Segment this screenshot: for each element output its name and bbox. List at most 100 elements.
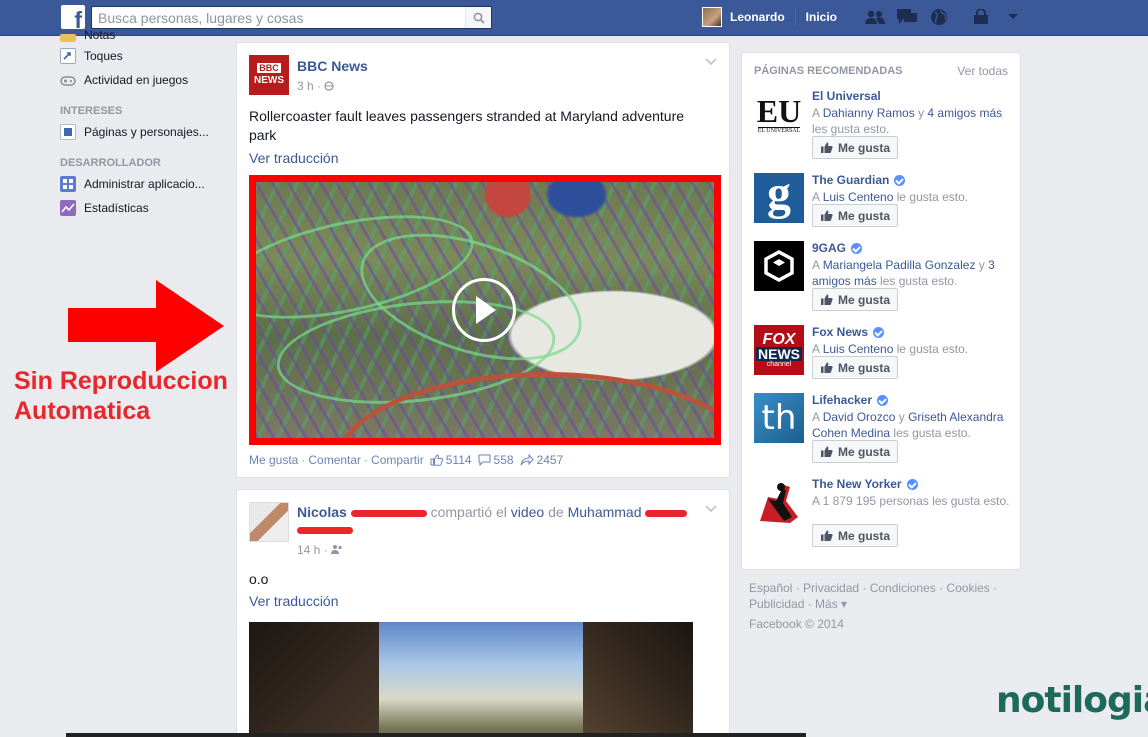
like-page-button[interactable]: Me gusta bbox=[812, 356, 898, 379]
sidebar-item-label: Notas bbox=[84, 30, 116, 42]
thumbs-up-icon bbox=[821, 294, 833, 305]
video-thumbnail-strip bbox=[66, 733, 806, 737]
annotation-line-2: Automatica bbox=[14, 397, 151, 425]
search-button[interactable] bbox=[465, 7, 491, 28]
recommended-pages-title: PÁGINAS RECOMENDADAS bbox=[754, 65, 903, 77]
video-player[interactable] bbox=[249, 175, 721, 445]
home-link[interactable]: Inicio bbox=[806, 10, 837, 24]
thumbs-up-icon bbox=[821, 362, 833, 373]
verified-badge-icon bbox=[873, 326, 885, 338]
see-all-link[interactable]: Ver todas bbox=[957, 64, 1008, 78]
logo-text: g bbox=[767, 173, 791, 220]
sidebar-item-toques[interactable]: Toques bbox=[60, 44, 230, 68]
section-heading-intereses: INTERESES bbox=[60, 105, 123, 117]
like-page-button[interactable]: Me gusta bbox=[812, 136, 898, 159]
recommended-pages-box: PÁGINAS RECOMENDADAS Ver todas EU EL UNI… bbox=[741, 52, 1021, 570]
thumbs-up-icon bbox=[430, 454, 443, 466]
feed-post-shared-video: Nicolas compartió el video de Muhammad 1… bbox=[236, 489, 730, 737]
avatar[interactable] bbox=[702, 7, 722, 27]
suffix-text: A 1 879 195 personas les gusta esto. bbox=[812, 494, 1010, 508]
sidebar-item-estadisticas[interactable]: Estadísticas bbox=[60, 196, 230, 220]
like-page-button[interactable]: Me gusta bbox=[812, 524, 898, 547]
verified-badge-icon bbox=[894, 174, 906, 186]
post-options-chevron-down-icon[interactable] bbox=[705, 57, 717, 67]
sidebar-item-label: Estadísticas bbox=[84, 201, 149, 215]
page-name-text: 9GAG bbox=[812, 241, 847, 255]
notification-icons bbox=[862, 7, 1026, 27]
suffix-text: les gusta esto. bbox=[893, 426, 971, 440]
el-universal-logo[interactable]: EU EL UNIVERSAL bbox=[754, 89, 804, 139]
like-page-button[interactable]: Me gusta bbox=[812, 440, 898, 463]
comment-link[interactable]: Comentar bbox=[308, 453, 361, 467]
the-guardian-logo[interactable]: g bbox=[754, 173, 804, 223]
shared-from-link[interactable]: Muhammad bbox=[568, 504, 642, 520]
copyright-text: Facebook © 2014 bbox=[749, 617, 844, 631]
post-author-link[interactable]: BBC News bbox=[297, 58, 368, 74]
privacy-shortcuts-icon[interactable] bbox=[968, 7, 994, 27]
sidebar-item-notas[interactable]: Notas bbox=[60, 30, 230, 42]
page-name-link[interactable]: Fox News bbox=[812, 325, 885, 339]
search-box bbox=[91, 6, 492, 29]
notifications-globe-icon[interactable] bbox=[926, 7, 952, 27]
sidebar-item-paginas-personajes[interactable]: Páginas y personajes... bbox=[60, 120, 230, 144]
like-page-button[interactable]: Me gusta bbox=[812, 204, 898, 227]
new-yorker-logo[interactable] bbox=[754, 477, 804, 527]
post-options-chevron-down-icon[interactable] bbox=[705, 504, 717, 514]
see-translation-link[interactable]: Ver traducción bbox=[249, 593, 339, 609]
fox-news-logo[interactable]: FOX NEWS channel bbox=[754, 325, 804, 375]
sidebar-item-administrar-aplicaciones[interactable]: Administrar aplicacio... bbox=[60, 172, 230, 196]
footer-links[interactable]: Publicidad · Más ▾ bbox=[749, 596, 1019, 612]
user-name-link[interactable]: Leonardo bbox=[730, 10, 785, 24]
see-translation-link[interactable]: Ver traducción bbox=[249, 150, 339, 166]
messages-icon[interactable] bbox=[894, 7, 920, 27]
friend-link[interactable]: Dahianny Ramos bbox=[823, 106, 915, 120]
page-name-link[interactable]: 9GAG bbox=[812, 241, 863, 255]
friend-link[interactable]: David Orozco bbox=[823, 410, 896, 424]
suffix-text: le gusta esto. bbox=[896, 190, 969, 204]
comments-count[interactable]: 558 bbox=[478, 453, 514, 467]
video-player[interactable] bbox=[249, 622, 693, 737]
page-social-context: A David Orozco y Griseth Alexandra Cohen… bbox=[812, 410, 1004, 440]
section-heading-desarrollador: DESARROLLADOR bbox=[60, 157, 161, 169]
search-input[interactable] bbox=[92, 7, 462, 28]
insights-icon bbox=[60, 200, 76, 216]
logo-text: channel bbox=[766, 360, 792, 368]
page-name-link[interactable]: The New Yorker bbox=[812, 477, 918, 491]
page-name-link[interactable]: Lifehacker bbox=[812, 393, 889, 407]
page-name-link[interactable]: The Guardian bbox=[812, 173, 906, 187]
redaction-mark bbox=[645, 509, 688, 517]
verified-badge-icon bbox=[906, 478, 918, 490]
lifehacker-logo[interactable]: th bbox=[754, 393, 804, 443]
video-link[interactable]: video bbox=[511, 504, 544, 520]
account-menu-chevron-down-icon[interactable] bbox=[1000, 7, 1026, 27]
share-link[interactable]: Compartir bbox=[371, 453, 424, 467]
post-author-link[interactable]: Nicolas bbox=[297, 504, 347, 520]
friend-link[interactable]: Mariangela Padilla Gonzalez bbox=[823, 258, 976, 272]
play-button-icon[interactable] bbox=[452, 278, 516, 342]
friend-link[interactable]: Luis Centeno bbox=[823, 190, 894, 204]
facebook-logo-icon[interactable]: f bbox=[61, 5, 85, 29]
9gag-logo[interactable] bbox=[754, 241, 804, 291]
page-social-context: A Luis Centeno le gusta esto. bbox=[812, 342, 969, 356]
post-text: Rollercoaster fault leaves passengers st… bbox=[249, 108, 685, 143]
post-text: o.o bbox=[249, 571, 269, 587]
like-page-button[interactable]: Me gusta bbox=[812, 288, 898, 311]
shares-count[interactable]: 2457 bbox=[520, 453, 563, 467]
avatar[interactable] bbox=[249, 502, 289, 542]
like-link[interactable]: Me gusta bbox=[249, 453, 298, 467]
friend-link[interactable]: Luis Centeno bbox=[823, 342, 894, 356]
sidebar-item-actividad-juegos[interactable]: Actividad en juegos bbox=[60, 68, 230, 92]
like-label: Me gusta bbox=[838, 292, 891, 307]
games-icon bbox=[60, 72, 76, 88]
separator-dot: · bbox=[364, 453, 369, 467]
footer-links[interactable]: Español · Privacidad · Condiciones · Coo… bbox=[749, 580, 1019, 596]
page-name-link[interactable]: El Universal bbox=[812, 89, 881, 103]
more-friends-link[interactable]: 4 amigos más bbox=[927, 106, 1002, 120]
post-timestamp[interactable]: 3 h · bbox=[297, 79, 334, 93]
sidebar-item-label: Toques bbox=[84, 49, 123, 63]
post-timestamp[interactable]: 14 h · bbox=[297, 543, 343, 557]
friend-requests-icon[interactable] bbox=[862, 7, 888, 27]
likes-count[interactable]: 5114 bbox=[430, 453, 472, 467]
bbc-news-logo[interactable]: BBC NEWS bbox=[249, 55, 289, 95]
page-name-text: The New Yorker bbox=[812, 477, 902, 491]
